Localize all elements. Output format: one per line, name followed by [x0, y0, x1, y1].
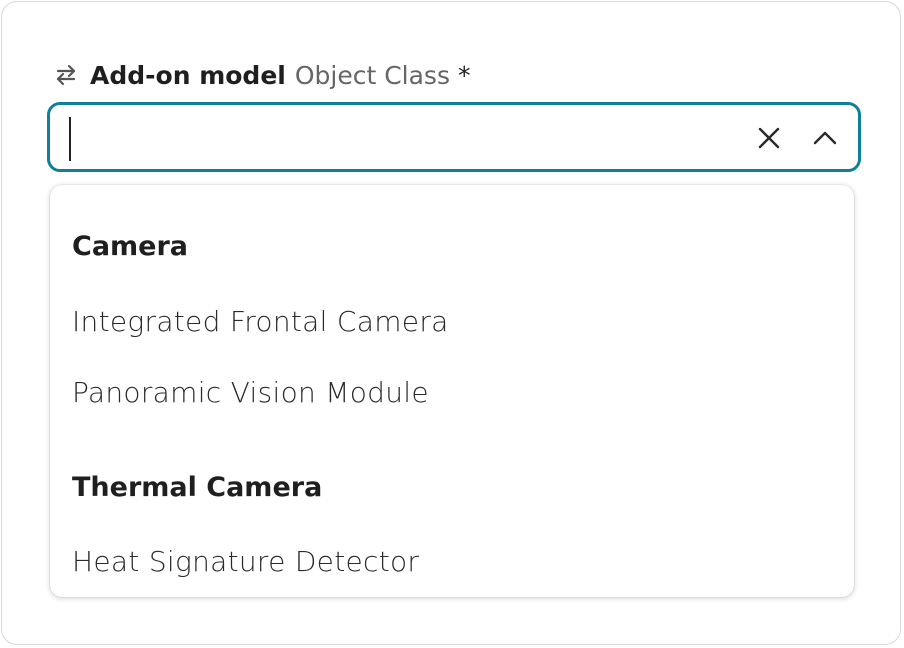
close-icon [758, 127, 780, 149]
chevron-up-icon [813, 131, 837, 145]
dropdown-listbox: Camera Integrated Frontal Camera Panoram… [50, 185, 854, 597]
object-class-input[interactable] [66, 113, 726, 161]
option-integrated-frontal-camera[interactable]: Integrated Frontal Camera [50, 290, 854, 352]
label-main: Add-on model [90, 60, 286, 90]
collapse-toggle-button[interactable] [808, 121, 842, 155]
swap-arrows-icon [52, 61, 80, 89]
clear-button[interactable] [752, 121, 786, 155]
required-marker: * [457, 60, 471, 90]
option-panoramic-vision-module[interactable]: Panoramic Vision Module [50, 361, 854, 423]
label-sub: Object Class [294, 60, 450, 90]
object-class-combobox[interactable] [47, 102, 861, 172]
text-caret [69, 117, 71, 161]
field-label: Add-on model Object Class * [52, 58, 470, 92]
group-header-camera: Camera [72, 231, 189, 262]
option-heat-signature-detector[interactable]: Heat Signature Detector [50, 530, 854, 592]
group-header-thermal-camera: Thermal Camera [72, 472, 323, 503]
